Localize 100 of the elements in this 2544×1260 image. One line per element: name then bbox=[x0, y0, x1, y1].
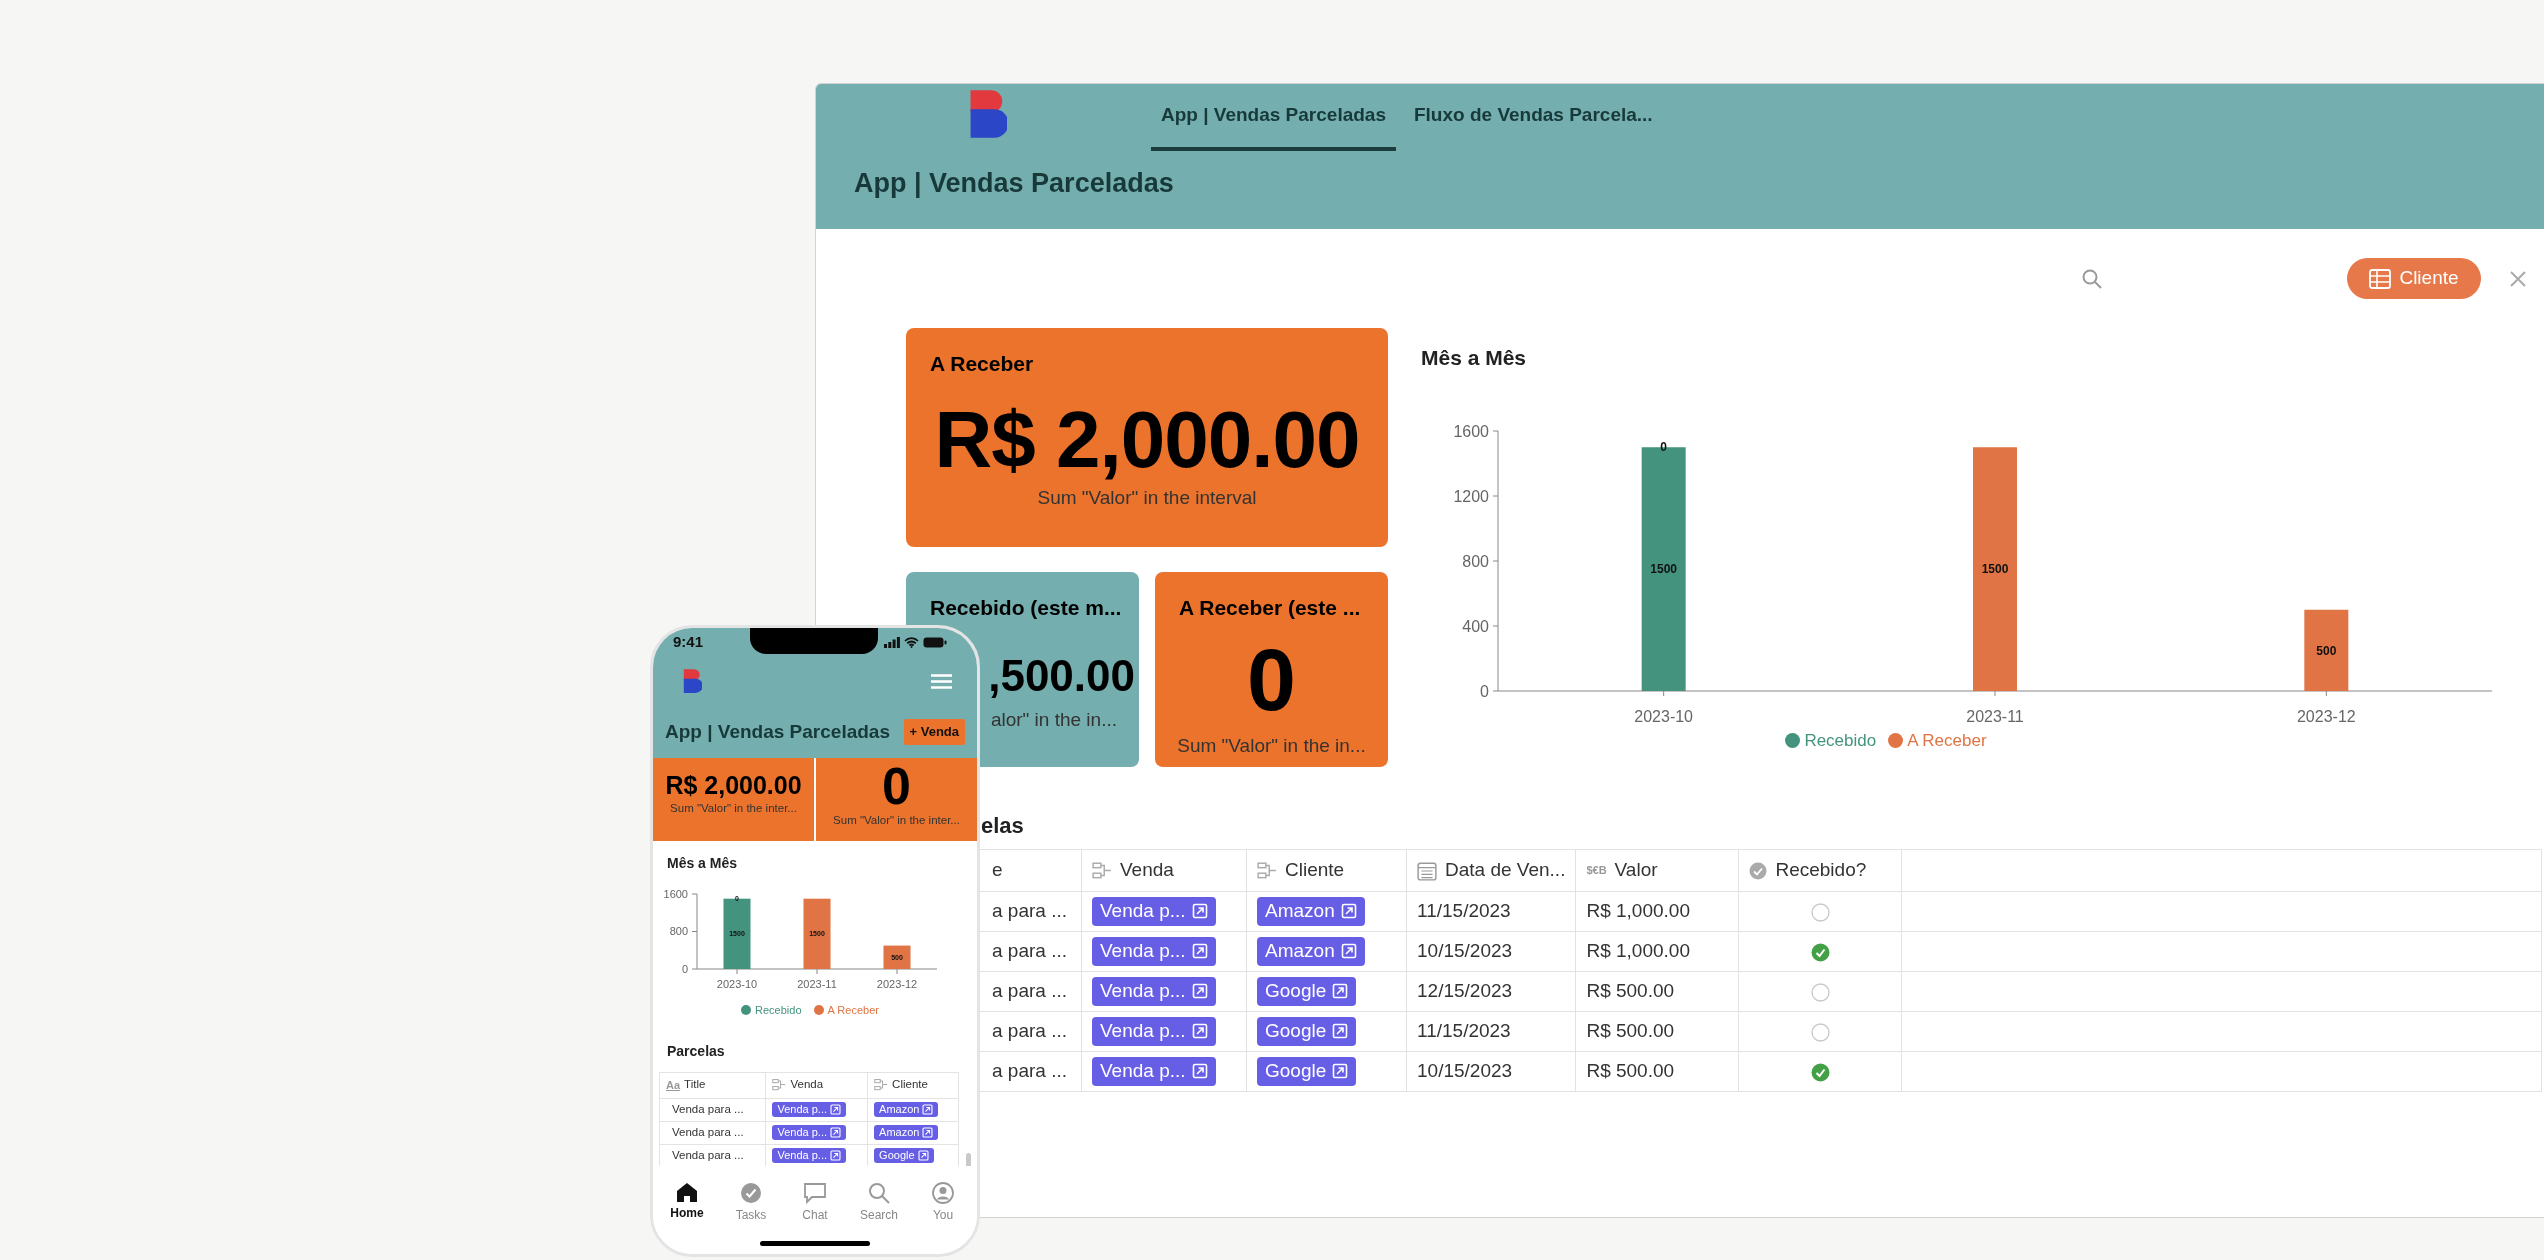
external-link-icon bbox=[1191, 1023, 1208, 1040]
stat-caption: Sum "Valor" in the inter... bbox=[669, 800, 798, 816]
nav-tab[interactable]: Chat bbox=[785, 1182, 845, 1241]
stat-caption: Sum "Valor" in the interval bbox=[1036, 485, 1258, 510]
axis-label: 1600 bbox=[1453, 422, 1489, 440]
column-header: Cliente bbox=[1285, 858, 1345, 883]
checkbox[interactable] bbox=[1810, 942, 1830, 962]
column-header: Cliente bbox=[892, 1077, 928, 1093]
checkbox[interactable] bbox=[1810, 982, 1830, 1002]
table-cell: 11/15/2023 bbox=[1417, 1020, 1511, 1042]
relation-chip[interactable]: Venda p... bbox=[772, 1124, 846, 1141]
search-icon[interactable] bbox=[2081, 267, 2103, 290]
external-link-icon bbox=[1332, 983, 1349, 1000]
chart-title: Mês a Mês bbox=[666, 854, 739, 873]
currency-icon: $€B bbox=[1586, 862, 1607, 879]
legend-label: A Receber bbox=[1907, 729, 1987, 752]
axis-label: 800 bbox=[669, 925, 688, 938]
axis-label: 2023-12 bbox=[876, 978, 918, 990]
table-cell: 10/15/2023 bbox=[1417, 940, 1513, 962]
relation-chip[interactable]: Venda p... bbox=[1092, 977, 1216, 1006]
stat-value: R$ 2,000.00 bbox=[933, 399, 1361, 480]
search-icon bbox=[868, 1182, 890, 1204]
checkbox[interactable] bbox=[1810, 1022, 1830, 1042]
table-cell: R$ 500.00 bbox=[1586, 980, 1675, 1002]
external-link-icon bbox=[1340, 943, 1357, 960]
person-icon bbox=[932, 1182, 954, 1204]
data-label: 1500 bbox=[1650, 561, 1677, 576]
bar bbox=[803, 898, 831, 969]
add-sale-button[interactable]: + Venda bbox=[903, 719, 965, 745]
axis-label: 1600 bbox=[663, 888, 688, 900]
wifi-icon bbox=[904, 636, 919, 648]
status-time: 9:41 bbox=[673, 631, 704, 652]
relation-chip[interactable]: Amazon bbox=[1257, 937, 1365, 966]
stat-caption: Sum "Valor" in the in... bbox=[1177, 733, 1366, 758]
relation-chip[interactable]: Google bbox=[1257, 1057, 1357, 1086]
table-cell: 12/15/2023 bbox=[1417, 980, 1513, 1002]
legend-label: A Receber bbox=[827, 1003, 879, 1018]
nav-tab[interactable]: Search bbox=[849, 1182, 909, 1241]
relation-chip[interactable]: Google bbox=[1257, 977, 1357, 1006]
relation-chip[interactable]: Venda p... bbox=[1092, 937, 1216, 966]
relation-chip[interactable]: Venda p... bbox=[1092, 1057, 1216, 1086]
checkbox[interactable] bbox=[1810, 1062, 1830, 1082]
column-header: e bbox=[992, 858, 1003, 883]
column-header: Venda bbox=[790, 1077, 824, 1093]
relation-icon bbox=[1257, 860, 1277, 881]
axis-label: 400 bbox=[1462, 617, 1489, 635]
external-link-icon bbox=[1191, 943, 1208, 960]
calendar-icon bbox=[1417, 860, 1437, 881]
table-cell: a para ... bbox=[992, 900, 1067, 922]
stat-value: 0 bbox=[881, 760, 912, 812]
column-header: Valor bbox=[1614, 858, 1658, 883]
stat-caption: alor" in the in... bbox=[990, 707, 1117, 732]
relation-chip[interactable]: Amazon bbox=[874, 1101, 939, 1118]
stat-caption: Sum "Valor" in the inter... bbox=[832, 813, 961, 828]
menu-icon[interactable] bbox=[931, 673, 952, 689]
external-link-icon bbox=[1191, 1063, 1208, 1080]
page-title: App | Vendas Parceladas bbox=[665, 719, 890, 744]
column-header: Venda bbox=[1120, 858, 1174, 883]
relation-chip[interactable]: Venda p... bbox=[772, 1147, 846, 1164]
relation-chip[interactable]: Venda p... bbox=[1092, 897, 1216, 926]
relation-chip[interactable]: Venda p... bbox=[772, 1101, 846, 1118]
relation-chip[interactable]: Amazon bbox=[874, 1124, 939, 1141]
table-icon bbox=[2369, 268, 2392, 289]
logo-icon bbox=[969, 90, 1007, 138]
nav-tab[interactable]: You bbox=[913, 1182, 973, 1241]
external-link-icon bbox=[922, 1126, 934, 1138]
tab[interactable]: App | Vendas Parceladas bbox=[1151, 84, 1396, 151]
card-title: Recebido (este m... bbox=[929, 595, 1123, 621]
tab[interactable]: Fluxo de Vendas Parcela... bbox=[1404, 84, 1663, 151]
external-link-icon bbox=[1332, 1023, 1349, 1040]
relation-chip[interactable]: Google bbox=[1257, 1017, 1357, 1046]
table-cell: a para ... bbox=[992, 980, 1067, 1002]
data-label: 500 bbox=[2316, 643, 2337, 658]
data-label: 1500 bbox=[1981, 561, 2009, 576]
check-circle-icon bbox=[740, 1182, 762, 1204]
card-title: A Receber (este ... bbox=[1178, 595, 1362, 621]
logo-icon bbox=[683, 669, 702, 693]
axis-label: 2023-12 bbox=[2296, 707, 2356, 725]
axis-label: 2023-10 bbox=[716, 978, 758, 990]
relation-chip[interactable]: Google bbox=[874, 1147, 934, 1164]
checkbox[interactable] bbox=[1810, 902, 1830, 922]
relation-chip[interactable]: Venda p... bbox=[1092, 1017, 1216, 1046]
bar bbox=[883, 945, 911, 969]
table-cell: a para ... bbox=[992, 1060, 1067, 1082]
nav-tab[interactable]: Home bbox=[657, 1182, 717, 1241]
table-cell: a para ... bbox=[992, 1020, 1067, 1042]
relation-chip[interactable]: Amazon bbox=[1257, 897, 1365, 926]
relation-icon bbox=[1092, 860, 1112, 881]
page-title: App | Vendas Parceladas bbox=[853, 167, 1175, 200]
chart-title: Mês a Mês bbox=[1421, 345, 1528, 371]
legend-label: Recebido bbox=[1804, 729, 1877, 752]
text-type-icon: Aa bbox=[666, 1076, 681, 1094]
axis-label: 0 bbox=[681, 962, 688, 975]
legend-label: Recebido bbox=[755, 1003, 802, 1018]
cliente-button[interactable]: Cliente bbox=[2347, 258, 2481, 299]
table-cell: a para ... bbox=[992, 940, 1067, 962]
nav-tab[interactable]: Tasks bbox=[721, 1182, 781, 1241]
signal-icon bbox=[884, 636, 900, 648]
column-header: Data de Ven... bbox=[1445, 858, 1566, 883]
external-link-icon bbox=[917, 1149, 929, 1161]
